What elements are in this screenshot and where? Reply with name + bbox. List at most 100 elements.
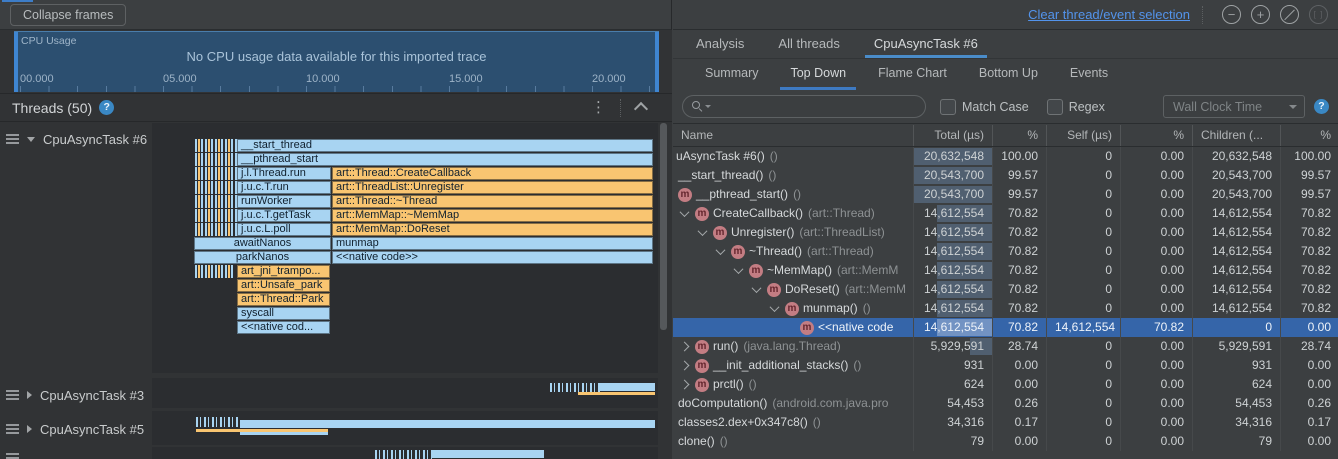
table-row[interactable]: classes2.dex+0x347c8()()34,3160.1700.003… [673,413,1338,432]
reset-zoom-icon[interactable] [1280,5,1299,24]
thread-activity-bar[interactable] [432,450,544,458]
collapse-panel-icon[interactable] [634,102,648,116]
collapse-node-chevron-icon[interactable] [770,302,780,312]
expand-node-chevron-icon[interactable] [680,361,690,371]
table-row[interactable]: mUnregister()(art::ThreadList)14,612,554… [673,223,1338,242]
thread-activity-bar[interactable] [600,383,655,391]
flame-bar[interactable]: __pthread_start [237,153,653,166]
drag-handle-icon[interactable] [6,134,19,144]
thread-activity-bar[interactable] [196,417,240,427]
column-header--[interactable]: % [1281,125,1338,146]
zoom-in-icon[interactable]: + [1251,5,1270,24]
flame-bar[interactable]: art::Thread::~Thread [332,195,653,208]
help-icon[interactable]: ? [99,100,114,115]
flame-activity-stripes[interactable] [195,223,237,236]
subtab-bottom-up[interactable]: Bottom Up [969,59,1048,90]
flame-bar[interactable]: j.u.c.T.getTask [237,209,331,222]
clear-selection-link[interactable]: Clear thread/event selection [1028,7,1190,22]
thread-activity-bar[interactable] [240,420,655,428]
column-header--[interactable]: % [993,125,1047,146]
collapse-node-chevron-icon[interactable] [698,226,708,236]
search-options-arrow-icon[interactable] [705,105,711,108]
flame-bar[interactable]: <<native cod... [237,321,330,334]
cpu-usage-panel[interactable]: CPU Usage No CPU usage data available fo… [14,31,659,92]
flame-bar[interactable]: art::Thread::CreateCallback [332,167,653,180]
tab-cpuasynctask-6[interactable]: CpuAsyncTask #6 [865,31,987,58]
flame-bar[interactable]: munmap [332,237,653,250]
kebab-menu-icon[interactable]: ⋮ [585,100,612,115]
column-header-children-[interactable]: Children (... [1193,125,1281,146]
search-input[interactable] [717,99,925,115]
flame-bar[interactable]: <<native code>> [332,251,653,264]
table-row[interactable]: mmunmap()()14,612,55470.8200.0014,612,55… [673,299,1338,318]
table-row[interactable]: doComputation()(android.com.java.pro54,4… [673,394,1338,413]
flame-bar[interactable]: j.l.Thread.run [237,167,331,180]
table-row[interactable]: m~Thread()(art::Thread)14,612,55470.8200… [673,242,1338,261]
thread-activity-bar[interactable] [240,432,328,435]
table-row[interactable]: mprctl()()6240.0000.006240.00 [673,375,1338,394]
flame-bar[interactable]: art_jni_trampo... [237,265,330,278]
table-row[interactable]: m__init_additional_stacks()()9310.0000.0… [673,356,1338,375]
collapse-node-chevron-icon[interactable] [752,283,762,293]
zoom-out-icon[interactable]: − [1222,5,1241,24]
table-row[interactable]: mrun()(java.lang.Thread)5,929,59128.7400… [673,337,1338,356]
match-case-checkbox[interactable] [940,99,956,115]
collapse-frames-button[interactable]: Collapse frames [10,4,126,26]
tab-all-threads[interactable]: All threads [769,31,848,58]
thread-activity-bar[interactable] [550,383,600,392]
flame-bar[interactable]: art::Unsafe_park [237,279,330,292]
thread-row[interactable]: CpuAsyncTask #5 [6,421,144,437]
table-row[interactable]: m__pthread_start()()20,543,70099.5700.00… [673,185,1338,204]
column-header-name[interactable]: Name [673,125,914,146]
search-box[interactable] [682,95,926,118]
collapse-thread-icon[interactable] [27,137,35,142]
match-case-label[interactable]: Match Case [962,100,1029,114]
flame-bar[interactable]: syscall [237,307,330,320]
drag-handle-icon[interactable] [6,453,19,459]
table-row[interactable]: m<<native code14,612,55470.8214,612,5547… [673,318,1338,337]
column-header-self-s-[interactable]: Self (µs) [1047,125,1121,146]
thread-activity-bar[interactable] [578,392,655,395]
table-row[interactable]: mCreateCallback()(art::Thread)14,612,554… [673,204,1338,223]
thread-row[interactable]: CpuAsyncTask #6 [6,131,147,147]
flame-activity-stripes[interactable] [195,167,237,180]
drag-handle-icon[interactable] [6,424,19,434]
flame-bar[interactable]: __start_thread [237,139,653,152]
flame-bar[interactable]: art::MemMap::DoReset [332,223,653,236]
flame-activity-stripes[interactable] [195,139,237,152]
table-row[interactable]: uAsyncTask #6()()20,632,548100.0000.0020… [673,147,1338,166]
thread-activity-bar[interactable] [375,450,432,459]
column-header-total-s-[interactable]: Total (µs) [914,125,993,146]
tab-analysis[interactable]: Analysis [687,31,753,58]
flame-activity-stripes[interactable] [195,153,237,166]
flame-bar[interactable]: art::MemMap::~MemMap [332,209,653,222]
flame-bar[interactable]: j.u.c.T.run [237,181,331,194]
table-row[interactable]: clone()()790.0000.00790.00 [673,432,1338,451]
table-row[interactable]: m~MemMap()(art::MemM14,612,55470.8200.00… [673,261,1338,280]
column-header--[interactable]: % [1121,125,1193,146]
flame-bar[interactable]: art::Thread::Park [237,293,330,306]
flame-activity-stripes[interactable] [195,181,237,194]
flame-bar[interactable]: art::ThreadList::Unregister [332,181,653,194]
subtab-flame-chart[interactable]: Flame Chart [868,59,957,90]
vertical-scrollbar[interactable] [660,123,667,330]
flame-activity-stripes[interactable] [195,195,237,208]
collapse-node-chevron-icon[interactable] [734,264,744,274]
help-icon[interactable]: ? [1314,99,1329,114]
expand-thread-icon[interactable] [27,391,32,399]
collapse-node-chevron-icon[interactable] [680,207,690,217]
flame-activity-stripes[interactable] [195,209,237,222]
thread-row[interactable] [6,450,19,459]
thread-row[interactable]: CpuAsyncTask #3 [6,387,144,403]
subtab-top-down[interactable]: Top Down [780,59,856,90]
flame-bar[interactable]: parkNanos [194,251,331,264]
drag-handle-icon[interactable] [6,390,19,400]
flame-bar[interactable]: runWorker [237,195,331,208]
expand-node-chevron-icon[interactable] [680,380,690,390]
regex-checkbox[interactable] [1047,99,1063,115]
flame-bar[interactable]: awaitNanos [194,237,331,250]
collapse-node-chevron-icon[interactable] [716,245,726,255]
regex-label[interactable]: Regex [1069,100,1105,114]
table-row[interactable]: __start_thread()()20,543,70099.5700.0020… [673,166,1338,185]
clock-type-dropdown[interactable]: Wall Clock Time [1163,95,1305,118]
